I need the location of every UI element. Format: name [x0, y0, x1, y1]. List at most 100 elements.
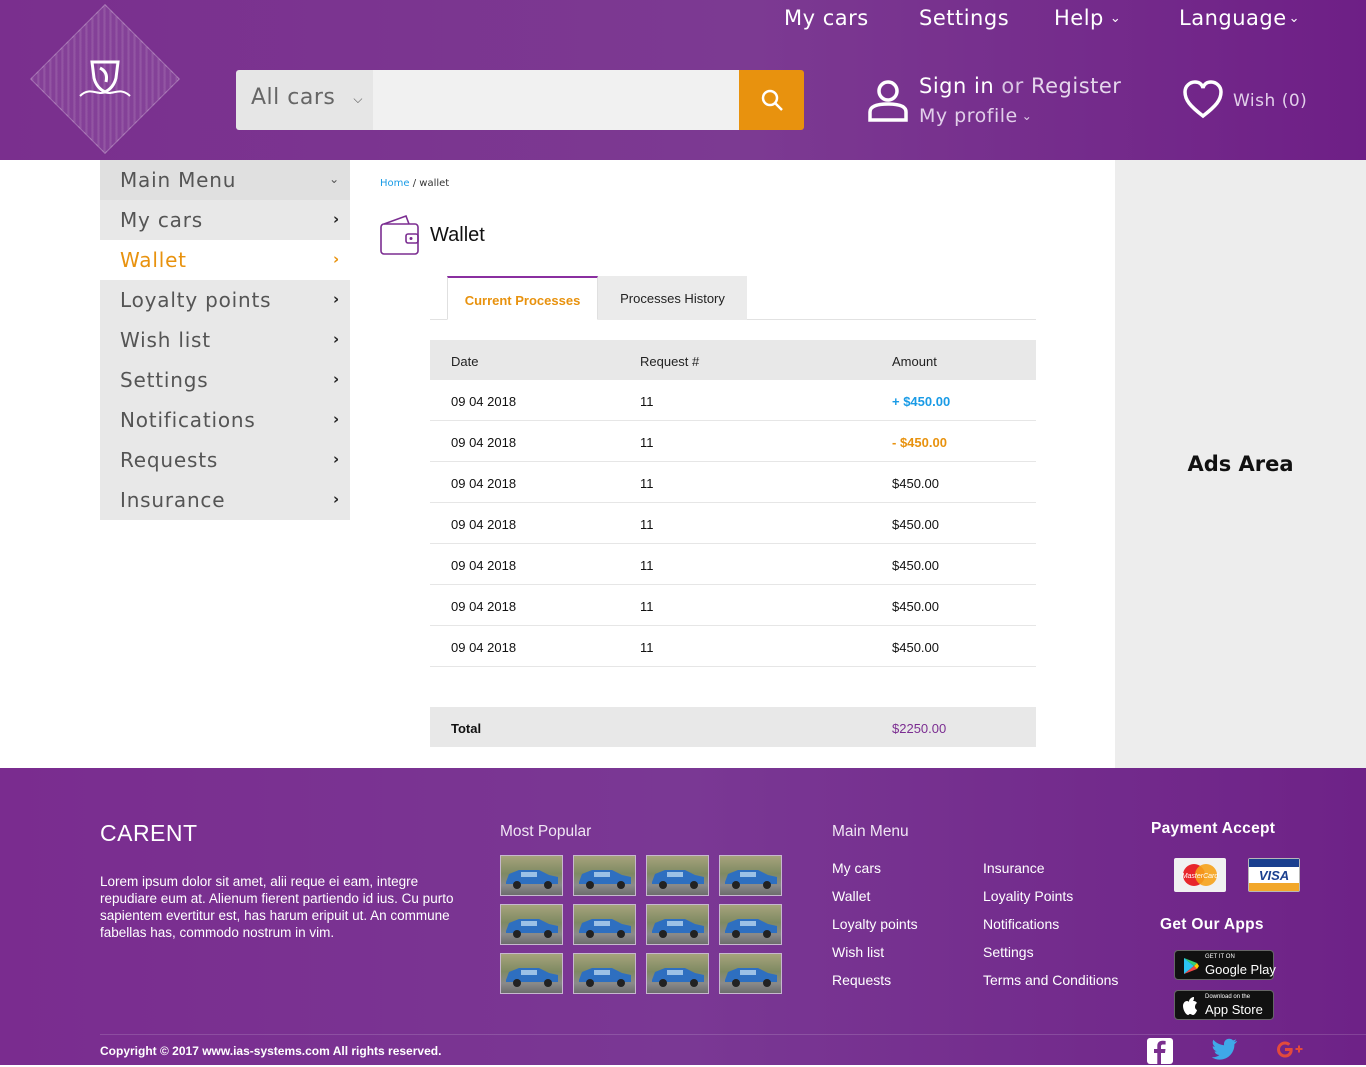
sidebar-item-my-cars[interactable]: My cars › [100, 200, 350, 240]
breadcrumb-separator: / [412, 178, 417, 189]
footer-link[interactable]: Requests [832, 972, 918, 1000]
popular-car-thumbnail[interactable] [573, 904, 636, 945]
nav-settings[interactable]: Settings [919, 6, 1009, 30]
breadcrumb: Home / wallet [380, 178, 449, 189]
search-bar: All cars ⌵ [236, 70, 804, 130]
app-store-small-text: Download on the [1205, 994, 1251, 1000]
mastercard-text: MasterCard [1182, 873, 1220, 880]
sidebar-item-label: Loyalty points [120, 288, 272, 312]
popular-car-thumbnail[interactable] [646, 855, 709, 896]
row-date: 09 04 2018 [451, 558, 517, 573]
sidebar-item-wish-list[interactable]: Wish list › [100, 320, 350, 360]
search-category-select[interactable]: All cars ⌵ [236, 70, 373, 130]
sidebar-item-insurance[interactable]: Insurance › [100, 480, 350, 520]
footer-main-menu-heading: Main Menu [832, 823, 909, 840]
footer-link[interactable]: Terms and Conditions [983, 972, 1118, 1000]
popular-car-thumbnail[interactable] [719, 855, 782, 896]
google-play-icon [1184, 958, 1199, 974]
visa-logo: VISA [1248, 858, 1300, 892]
table-row: 09 04 2018 11 $450.00 [430, 503, 1036, 544]
google-plus-icon[interactable] [1276, 1038, 1304, 1062]
footer-link[interactable]: Wish list [832, 944, 918, 972]
page-title: Wallet [430, 224, 485, 246]
search-input[interactable] [373, 70, 739, 130]
ads-label: Ads Area [1187, 452, 1294, 476]
nav-my-cars[interactable]: My cars [784, 6, 869, 30]
tab-processes-history[interactable]: Processes History [598, 276, 747, 320]
row-request: 11 [640, 435, 654, 450]
tab-current-processes[interactable]: Current Processes [447, 276, 598, 320]
column-header-date: Date [451, 354, 479, 369]
wish-link[interactable]: Wish (0) [1233, 91, 1307, 111]
footer-link[interactable]: My cars [832, 860, 918, 888]
app-store-big-text: App Store [1205, 1002, 1263, 1017]
breadcrumb-home[interactable]: Home [380, 178, 410, 189]
mastercard-logo: MasterCard [1174, 858, 1226, 892]
user-icon[interactable] [866, 78, 910, 122]
google-play-button[interactable]: GET IT ON Google Play [1174, 950, 1276, 980]
table-row: 09 04 2018 11 $450.00 [430, 462, 1036, 503]
my-profile-menu[interactable]: My profile ⌄ [919, 105, 1032, 127]
popular-car-thumbnail[interactable] [573, 953, 636, 994]
copyright-text: Copyright © 2017 www.ias-systems.com All… [100, 1044, 442, 1058]
row-date: 09 04 2018 [451, 476, 517, 491]
ads-area[interactable]: Ads Area [1115, 160, 1366, 768]
chevron-down-icon: ⌄ [329, 172, 340, 186]
footer-about-text: Lorem ipsum dolor sit amet, alii reque e… [100, 874, 454, 940]
processes-table: Date Request # Amount 09 04 2018 11 + $4… [430, 340, 1036, 667]
popular-car-thumbnail[interactable] [500, 953, 563, 994]
chevron-right-icon: › [333, 250, 340, 268]
nav-help[interactable]: Help ⌄ [1054, 6, 1121, 30]
row-request: 11 [640, 640, 654, 655]
nav-language[interactable]: Language ⌄ [1179, 6, 1300, 30]
popular-car-thumbnail[interactable] [573, 855, 636, 896]
chevron-right-icon: › [333, 370, 340, 388]
payment-accept-heading: Payment Accept [1151, 820, 1276, 837]
visa-text: VISA [1259, 868, 1289, 883]
table-row: 09 04 2018 11 $450.00 [430, 626, 1036, 667]
footer-link[interactable]: Wallet [832, 888, 918, 916]
chevron-right-icon: › [333, 210, 340, 228]
footer-link[interactable]: Notifications [983, 916, 1118, 944]
google-play-small-text: GET IT ON [1205, 954, 1235, 960]
search-button[interactable] [739, 70, 804, 130]
register-link[interactable]: Register [1031, 74, 1121, 98]
popular-car-thumbnail[interactable] [719, 953, 782, 994]
footer-divider [100, 1034, 1366, 1035]
row-date: 09 04 2018 [451, 394, 517, 409]
chevron-right-icon: › [333, 490, 340, 508]
popular-car-thumbnail[interactable] [646, 953, 709, 994]
nav-help-label: Help [1054, 6, 1104, 30]
footer-link[interactable]: Insurance [983, 860, 1118, 888]
row-date: 09 04 2018 [451, 435, 517, 450]
footer-link[interactable]: Settings [983, 944, 1118, 972]
app-store-button[interactable]: Download on the App Store [1174, 990, 1274, 1020]
popular-car-thumbnail[interactable] [500, 855, 563, 896]
sidebar-item-requests[interactable]: Requests › [100, 440, 350, 480]
twitter-icon[interactable] [1210, 1038, 1238, 1062]
chevron-right-icon: › [333, 410, 340, 428]
google-play-big-text: Google Play [1205, 962, 1276, 977]
popular-car-thumbnail[interactable] [500, 904, 563, 945]
sign-in-register: Sign in or Register [919, 74, 1121, 98]
popular-car-thumbnail[interactable] [646, 904, 709, 945]
sign-in-link[interactable]: Sign in [919, 74, 994, 98]
sidebar-item-settings[interactable]: Settings › [100, 360, 350, 400]
popular-car-thumbnail[interactable] [719, 904, 782, 945]
heart-icon[interactable] [1182, 80, 1224, 120]
row-amount: + $450.00 [892, 394, 951, 409]
row-amount: $450.00 [892, 599, 939, 614]
table-header: Date Request # Amount [430, 340, 1036, 380]
sidebar-item-wallet[interactable]: Wallet › [100, 240, 350, 280]
footer-link[interactable]: Loyality Points [983, 888, 1118, 916]
row-date: 09 04 2018 [451, 599, 517, 614]
site-header: My cars Settings Help ⌄ Language ⌄ All car… [0, 0, 1366, 160]
sidebar-item-loyalty-points[interactable]: Loyalty points › [100, 280, 350, 320]
breadcrumb-current: wallet [419, 178, 450, 189]
facebook-icon[interactable] [1147, 1038, 1173, 1064]
chevron-down-icon: ⌄ [1288, 11, 1301, 26]
table-row: 09 04 2018 11 $450.00 [430, 544, 1036, 585]
footer-link[interactable]: Loyalty points [832, 916, 918, 944]
sidebar-item-notifications[interactable]: Notifications › [100, 400, 350, 440]
sidebar-main-menu-header[interactable]: Main Menu ⌄ [100, 160, 350, 200]
